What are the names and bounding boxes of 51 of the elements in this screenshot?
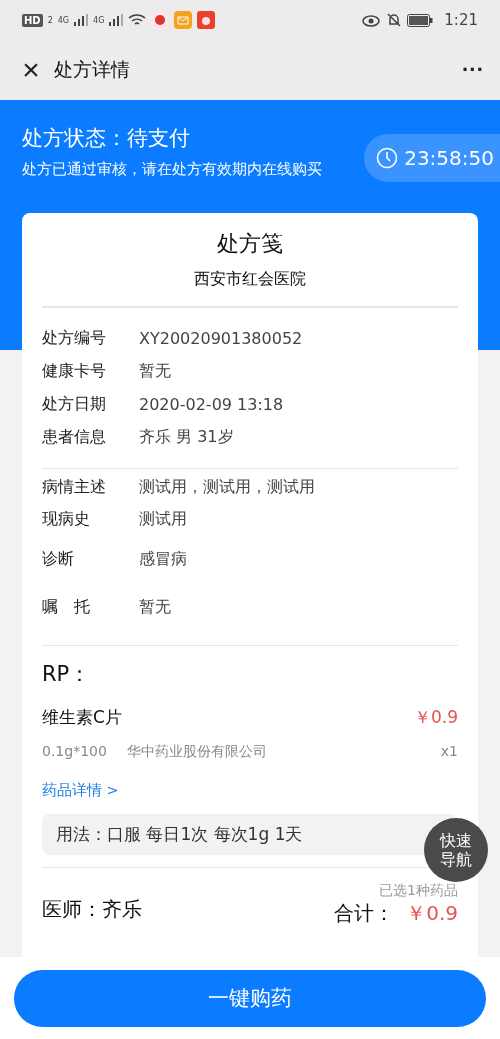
- drug-details-link[interactable]: 药品详情 >: [42, 781, 119, 800]
- rp-heading: RP：: [42, 661, 92, 688]
- battery-icon: [407, 13, 434, 27]
- buy-button[interactable]: 一键购药: [14, 969, 486, 1027]
- app-icon: [151, 11, 170, 29]
- info-label: 患者信息: [42, 427, 107, 448]
- total-label: 合计：: [334, 901, 395, 925]
- info-value: 感冒病: [139, 548, 187, 570]
- page-title: 处方详情: [54, 57, 131, 82]
- drug-spec: 0.1g*100: [42, 743, 107, 759]
- wifi-icon: [128, 13, 147, 27]
- card-title: 处方笺: [216, 230, 284, 258]
- more-button[interactable]: ···: [462, 57, 484, 83]
- selected-count: 已选1种药品: [379, 882, 458, 900]
- hospital-name: 西安市红会医院: [42, 269, 458, 308]
- countdown-time: 23:58:50: [404, 146, 494, 170]
- drug-maker: 华中药业股份有限公司: [126, 743, 267, 759]
- info-value: 暂无: [139, 596, 171, 618]
- drug-price: ￥0.9: [413, 706, 458, 729]
- info-label: 现病史: [42, 508, 91, 530]
- info-value: 2020-02-09 13:18: [139, 395, 284, 414]
- signal-icon: [74, 14, 89, 26]
- status-title: 处方状态：待支付: [22, 125, 191, 152]
- drug-name: 维生素C片: [42, 706, 122, 729]
- info-label: 诊断: [42, 548, 75, 570]
- bell-off-icon: [386, 12, 403, 28]
- info-value: 齐乐 男 31岁: [139, 427, 234, 448]
- info-value: 暂无: [139, 361, 171, 382]
- total-price: ￥0.9: [406, 901, 458, 925]
- info-label: 处方编号: [42, 328, 107, 349]
- info-label: 处方日期: [42, 394, 107, 415]
- drug-quantity: x1: [440, 743, 458, 759]
- info-value: 测试用: [139, 508, 187, 530]
- network-label: 4G: [57, 15, 70, 25]
- doctor-name: 医师：齐乐: [42, 896, 142, 923]
- mail-icon: [174, 11, 193, 29]
- close-button[interactable]: ×: [16, 55, 46, 85]
- hd-badge: HD: [22, 13, 43, 27]
- info-label: 病情主述: [42, 476, 107, 498]
- network-label: 4G: [93, 15, 105, 25]
- eye-icon: [361, 13, 382, 27]
- info-label: 嘱 托: [42, 596, 91, 618]
- info-value: XY20020901380052: [139, 329, 303, 348]
- app-icon: [197, 11, 216, 29]
- status-note: 处方已通过审核，请在处方有效期内在线购买: [22, 160, 323, 179]
- clock-time: 1:21: [444, 11, 478, 29]
- signal-icon: [109, 14, 124, 26]
- info-label: 健康卡号: [42, 361, 107, 382]
- sim-label: 2: [47, 15, 53, 25]
- clock-icon: [376, 147, 399, 169]
- info-value: 测试用，测试用，测试用: [139, 476, 315, 498]
